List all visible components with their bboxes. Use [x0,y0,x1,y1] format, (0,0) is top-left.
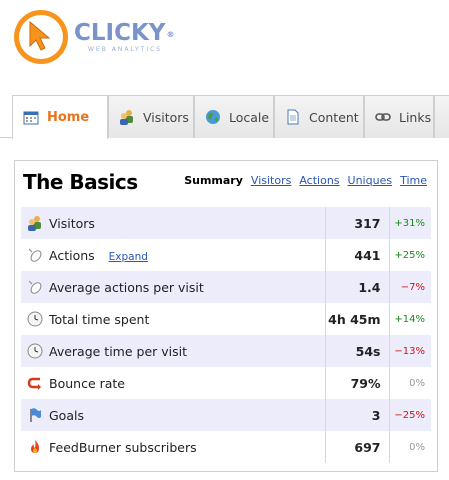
row-value: 697 [324,431,389,463]
row-change: +25% [388,239,431,271]
row-value: 1.4 [324,271,389,303]
row-change: +14% [388,303,431,335]
clock-icon [27,343,43,359]
table-row[interactable]: Bounce rate 79% 0% [21,367,431,399]
tab-visitors[interactable]: Visitors [108,95,194,138]
row-label: Average time per visit [49,343,188,359]
tab-locale[interactable]: Locale [194,95,274,138]
row-value: 4h 45m [324,303,389,335]
tab-home-label: Home [47,110,90,125]
visitors-link[interactable]: Visitors [251,174,291,187]
table-row[interactable]: Actions Expand 441 +25% [21,239,431,271]
uniques-link[interactable]: Uniques [348,174,393,187]
panel-view-links: Summary Visitors Actions Uniques Time [184,174,427,187]
calendar-icon [23,111,39,124]
row-label: Actions [49,247,95,263]
table-row[interactable]: Visitors 317 +31% [21,207,431,239]
tab-overflow[interactable] [434,95,449,138]
document-icon [287,109,299,125]
globe-icon [206,110,220,124]
row-label: FeedBurner subscribers [49,439,197,455]
row-label: Visitors [49,215,95,231]
row-value: 441 [324,239,389,271]
main-tabs: Home Visitors Locale Content Links [0,95,449,139]
row-label: Goals [49,407,84,423]
flag-icon [30,408,41,423]
summary-link[interactable]: Summary [184,174,243,187]
time-link[interactable]: Time [400,174,427,187]
panel-header: The Basics Summary Visitors Actions Uniq… [15,161,437,205]
tab-links-label: Links [399,109,432,125]
mouse-icon [28,280,42,295]
logo-wordmark: CLICKY [74,20,166,46]
actions-link[interactable]: Actions [299,174,339,187]
tab-links[interactable]: Links [364,95,434,138]
row-label: Average actions per visit [49,279,204,295]
logo-tagline: WEB ANALYTICS [88,46,163,53]
table-row[interactable]: FeedBurner subscribers 697 0% [21,431,431,463]
tab-content-label: Content [309,109,359,125]
row-label: Bounce rate [49,375,125,391]
row-change: 0% [388,367,431,399]
tab-locale-label: Locale [229,109,270,125]
row-value: 3 [324,399,389,431]
row-change: +31% [388,207,431,239]
row-value: 79% [324,367,389,399]
table-row[interactable]: Average time per visit 54s −13% [21,335,431,367]
cursor-logo-icon [14,10,68,64]
users-icon [120,110,133,125]
link-icon [375,113,391,121]
tab-home[interactable]: Home [12,95,108,139]
basics-table: Visitors 317 +31% Actions Expand 441 +25… [21,207,431,463]
users-icon [28,216,41,232]
feedburner-icon [31,440,39,454]
bounce-icon [27,378,41,391]
row-change: −13% [388,335,431,367]
expand-actions-link[interactable]: Expand [109,251,148,263]
panel-title: The Basics [23,170,138,194]
row-value: 317 [324,207,389,239]
row-label: Total time spent [49,311,150,327]
trademark: ® [166,30,175,39]
basics-panel: The Basics Summary Visitors Actions Uniq… [14,160,438,472]
tab-content[interactable]: Content [274,95,364,138]
table-row[interactable]: Average actions per visit 1.4 −7% [21,271,431,303]
clock-icon [27,311,43,327]
mouse-icon [28,248,42,263]
row-change: 0% [388,431,431,463]
tab-visitors-label: Visitors [143,109,189,125]
table-row[interactable]: Total time spent 4h 45m +14% [21,303,431,335]
row-change: −7% [388,271,431,303]
row-value: 54s [324,335,389,367]
clicky-logo[interactable]: CLICKY® WEB ANALYTICS [14,8,174,66]
row-change: −25% [388,399,431,431]
table-row[interactable]: Goals 3 −25% [21,399,431,431]
